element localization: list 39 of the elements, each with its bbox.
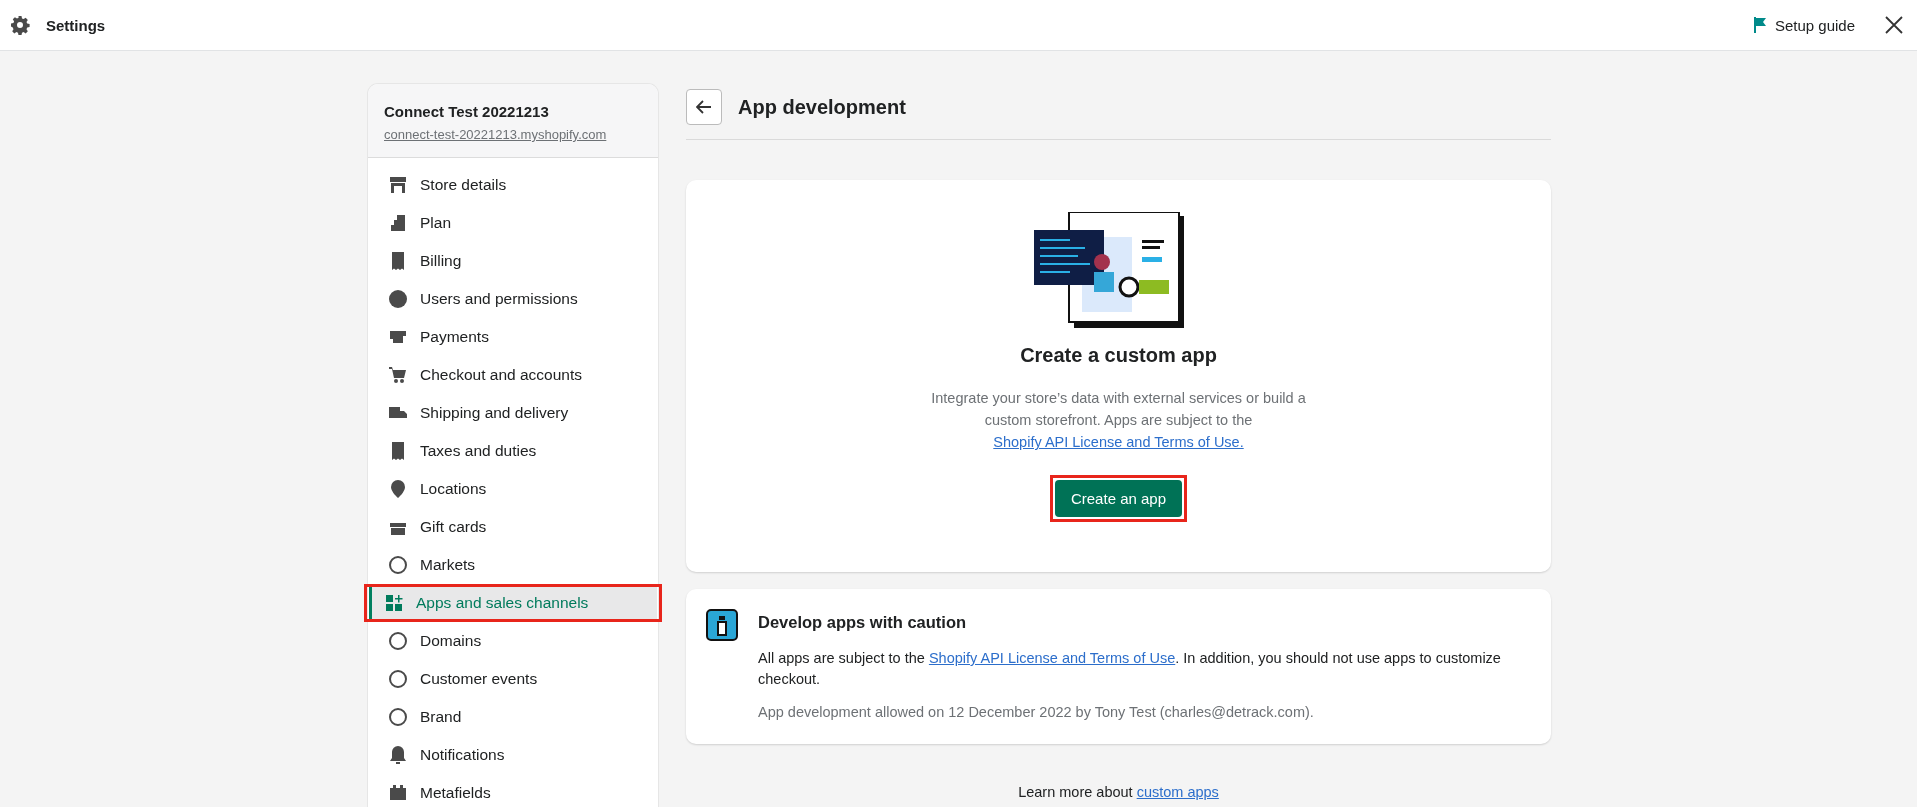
sidebar-item[interactable]: Brand	[373, 701, 653, 733]
back-arrow-icon	[696, 100, 712, 114]
close-button[interactable]	[1885, 16, 1903, 34]
custom-apps-link[interactable]: custom apps	[1136, 784, 1219, 800]
card-heading: Develop apps with caution	[758, 613, 968, 632]
learn-more-text: Learn more about custom apps	[1017, 784, 1220, 800]
page-title: Settings	[46, 16, 106, 34]
settings-icon	[10, 15, 30, 35]
sidebar-item[interactable]: Shipping and delivery	[373, 397, 653, 429]
setup-guide-button[interactable]: Setup guide	[1752, 16, 1855, 34]
card-heading: Create a custom app	[1020, 344, 1217, 367]
store-name: Connect Test 20221213	[384, 103, 550, 120]
sidebar-item[interactable]: Checkout and accounts	[373, 359, 653, 391]
create-app-button[interactable]: Create an app	[1054, 480, 1183, 517]
sidebar-item[interactable]: Domains	[373, 625, 653, 657]
sidebar-item[interactable]: Taxes and duties	[373, 435, 653, 467]
info-icon	[706, 609, 738, 641]
caution-text: All apps are subject to the Shopify API License and Terms of Use. In addition, you should not use apps to customize checkout.	[758, 649, 1502, 689]
sidebar-item[interactable]: Store details	[373, 169, 653, 201]
sidebar-item[interactable]: Customer events	[373, 663, 653, 695]
close-icon	[1885, 16, 1903, 34]
sidebar-item[interactable]: Payments	[373, 321, 653, 353]
page-heading: App development	[738, 95, 906, 119]
terms-link[interactable]: Shopify API License and Terms of Use.	[993, 434, 1244, 450]
sidebar-item[interactable]: Apps and sales channels	[369, 587, 657, 619]
terms-link[interactable]: Shopify API License and Terms of Use	[928, 650, 1176, 666]
sidebar-item[interactable]: Metafields	[373, 777, 653, 807]
store-url-link[interactable]: connect-test-20221213.myshopify.com	[384, 127, 607, 142]
sidebar-item[interactable]: Plan	[373, 207, 653, 239]
sidebar-item[interactable]: Markets	[373, 549, 653, 581]
back-button[interactable]	[686, 89, 722, 125]
sidebar-item[interactable]: Billing	[373, 245, 653, 277]
card-description: Integrate your store’s data with external services or build a custom storefront. Apps are subject to the Shopify API License and Terms of Use.	[930, 389, 1307, 452]
sidebar-item[interactable]: Locations	[373, 473, 653, 505]
sidebar-item[interactable]: Gift cards	[373, 511, 653, 543]
sidebar-item[interactable]: Notifications	[373, 739, 653, 771]
sidebar-item[interactable]: Users and permissions	[373, 283, 653, 315]
flag-icon	[1752, 17, 1767, 33]
allowed-note: App development allowed on 12 December 2022 by Tony Test (charles@detrack.com).	[758, 704, 1315, 720]
